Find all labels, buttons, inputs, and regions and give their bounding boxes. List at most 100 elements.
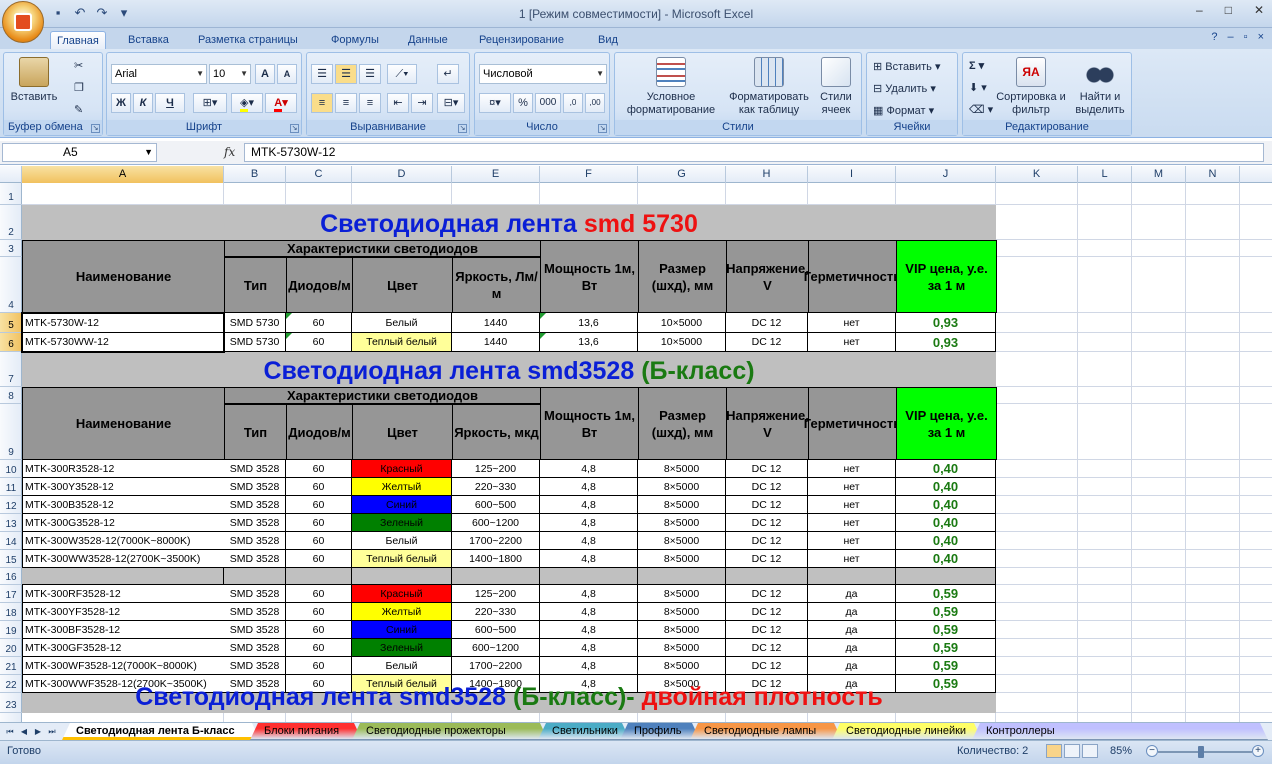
cell-name[interactable]: MTK-300YF3528-12 xyxy=(22,603,225,621)
cell-diodes[interactable]: 60 xyxy=(286,514,352,532)
close-button[interactable]: ✕ xyxy=(1254,3,1264,17)
cell-color[interactable]: Белый xyxy=(352,313,452,333)
insert-cells-button[interactable]: ⊞ Вставить ▾ xyxy=(873,60,941,73)
cell-sealed[interactable]: нет xyxy=(808,333,896,352)
cell-power[interactable]: 4,8 xyxy=(540,639,638,657)
zoom-thumb[interactable] xyxy=(1198,746,1204,758)
cell-type[interactable]: SMD 5730 xyxy=(224,333,286,352)
cell-bright[interactable]: 1440 xyxy=(452,333,540,352)
first-sheet-icon[interactable]: ⏮ xyxy=(4,725,16,738)
row-header-19[interactable]: 19 xyxy=(0,621,22,639)
cell-sealed[interactable]: да xyxy=(808,585,896,603)
font-name-combo[interactable]: Arial ▼ xyxy=(111,64,207,84)
row-header-15[interactable]: 15 xyxy=(0,550,22,568)
sheet-tab-5[interactable]: Профиль xyxy=(620,723,700,740)
cell-type[interactable]: SMD 3528 xyxy=(224,585,286,603)
cell-bright[interactable]: 600~500 xyxy=(452,496,540,514)
cell-size[interactable]: 8×5000 xyxy=(638,639,726,657)
row-header-7[interactable]: 7 xyxy=(0,352,22,387)
cell-sealed[interactable]: нет xyxy=(808,514,896,532)
cell-diodes[interactable]: 60 xyxy=(286,460,352,478)
cut-icon[interactable]: ✂ xyxy=(74,59,83,72)
cell-diodes[interactable]: 60 xyxy=(286,585,352,603)
grow-font-button[interactable]: A xyxy=(255,64,275,84)
cell-price[interactable]: 0,40 xyxy=(896,478,996,496)
clear-button[interactable]: ⌫ ▾ xyxy=(969,103,993,116)
format-painter-icon[interactable]: ✎ xyxy=(74,103,83,116)
row-header-23[interactable]: 23 xyxy=(0,693,22,713)
tab-data[interactable]: Данные xyxy=(402,31,454,49)
cell-volt[interactable]: DC 12 xyxy=(726,550,808,568)
sort-filter-button[interactable]: ЯА Сортировка и фильтр xyxy=(995,57,1067,117)
cell-type[interactable]: SMD 3528 xyxy=(224,550,286,568)
cell-power[interactable]: 4,8 xyxy=(540,585,638,603)
cell-bright[interactable]: 600~1200 xyxy=(452,639,540,657)
cell-diodes[interactable]: 60 xyxy=(286,621,352,639)
cell-volt[interactable]: DC 12 xyxy=(726,639,808,657)
row-header-2[interactable]: 2 xyxy=(0,205,22,240)
find-select-button[interactable]: Найти и выделить xyxy=(1069,57,1131,117)
column-header-g[interactable]: G xyxy=(638,166,726,183)
column-header-k[interactable]: K xyxy=(996,166,1078,183)
minimize-button[interactable]: – xyxy=(1196,3,1203,17)
cell-type[interactable]: SMD 3528 xyxy=(224,532,286,550)
cell-size[interactable]: 10×5000 xyxy=(638,333,726,352)
alignment-launcher-icon[interactable]: ↘ xyxy=(458,124,467,133)
cell-styles-button[interactable]: Стили ячеек xyxy=(813,57,859,117)
tab-view[interactable]: Вид xyxy=(592,31,624,49)
cell-size[interactable]: 8×5000 xyxy=(638,603,726,621)
clipboard-launcher-icon[interactable]: ↘ xyxy=(91,124,100,133)
cell-color[interactable]: Красный xyxy=(352,585,452,603)
prev-sheet-icon[interactable]: ◀ xyxy=(18,725,30,738)
formula-input[interactable]: MTK-5730W-12 xyxy=(244,143,1264,162)
cell-name[interactable]: MTK-300WF3528-12(7000K~8000K) xyxy=(22,657,225,675)
decrease-decimal-button[interactable]: ,00 xyxy=(585,93,605,113)
format-cells-button[interactable]: ▦ Формат ▾ xyxy=(873,104,934,117)
percent-button[interactable]: % xyxy=(513,93,533,113)
cell-price[interactable]: 0,93 xyxy=(896,313,996,333)
cell-bright[interactable]: 1400~1800 xyxy=(452,550,540,568)
column-header-j[interactable]: J xyxy=(896,166,996,183)
sheet-tab-1[interactable]: Светодиодная лента Б-класс xyxy=(62,723,260,740)
cell-diodes[interactable]: 60 xyxy=(286,333,352,352)
office-button[interactable] xyxy=(2,1,44,43)
row-header-21[interactable]: 21 xyxy=(0,657,22,675)
cell-volt[interactable]: DC 12 xyxy=(726,478,808,496)
font-size-combo[interactable]: 10 ▼ xyxy=(209,64,251,84)
font-color-button[interactable]: A▾ xyxy=(265,93,297,113)
cell-color[interactable]: Желтый xyxy=(352,478,452,496)
sheet-tab-8[interactable]: Контроллеры xyxy=(972,723,1268,740)
cell-color[interactable]: Теплый белый xyxy=(352,550,452,568)
ribbon-minimize-icon[interactable]: – xyxy=(1228,31,1234,43)
cell-price[interactable]: 0,40 xyxy=(896,460,996,478)
cell-price[interactable]: 0,59 xyxy=(896,639,996,657)
row-header-3[interactable]: 3 xyxy=(0,240,22,257)
align-center-button[interactable]: ≡ xyxy=(335,93,357,113)
select-all-corner[interactable] xyxy=(0,166,22,183)
cell-bright[interactable]: 600~500 xyxy=(452,621,540,639)
cell-sealed[interactable]: да xyxy=(808,603,896,621)
copy-icon[interactable]: ❐ xyxy=(74,81,84,94)
row-header-14[interactable]: 14 xyxy=(0,532,22,550)
wrap-text-button[interactable]: ↵ xyxy=(437,64,459,84)
cell-sealed[interactable]: нет xyxy=(808,478,896,496)
cell-type[interactable]: SMD 3528 xyxy=(224,478,286,496)
zoom-in-icon[interactable]: + xyxy=(1252,745,1264,757)
cell-color[interactable]: Синий xyxy=(352,621,452,639)
cell-price[interactable]: 0,40 xyxy=(896,514,996,532)
cell-diodes[interactable]: 60 xyxy=(286,478,352,496)
shrink-font-button[interactable]: A xyxy=(277,64,297,84)
cell-power[interactable]: 4,8 xyxy=(540,514,638,532)
cell-color[interactable]: Желтый xyxy=(352,603,452,621)
cell-price[interactable]: 0,40 xyxy=(896,496,996,514)
cell-diodes[interactable]: 60 xyxy=(286,657,352,675)
cell-size[interactable]: 8×5000 xyxy=(638,514,726,532)
cell-type[interactable]: SMD 3528 xyxy=(224,621,286,639)
cell-volt[interactable]: DC 12 xyxy=(726,585,808,603)
tab-formulas[interactable]: Формулы xyxy=(325,31,385,49)
tab-page-layout[interactable]: Разметка страницы xyxy=(192,31,304,49)
cell-color[interactable]: Синий xyxy=(352,496,452,514)
row-header-11[interactable]: 11 xyxy=(0,478,22,496)
cell-bright[interactable]: 220~330 xyxy=(452,478,540,496)
cell-power[interactable]: 13,6 xyxy=(540,333,638,352)
